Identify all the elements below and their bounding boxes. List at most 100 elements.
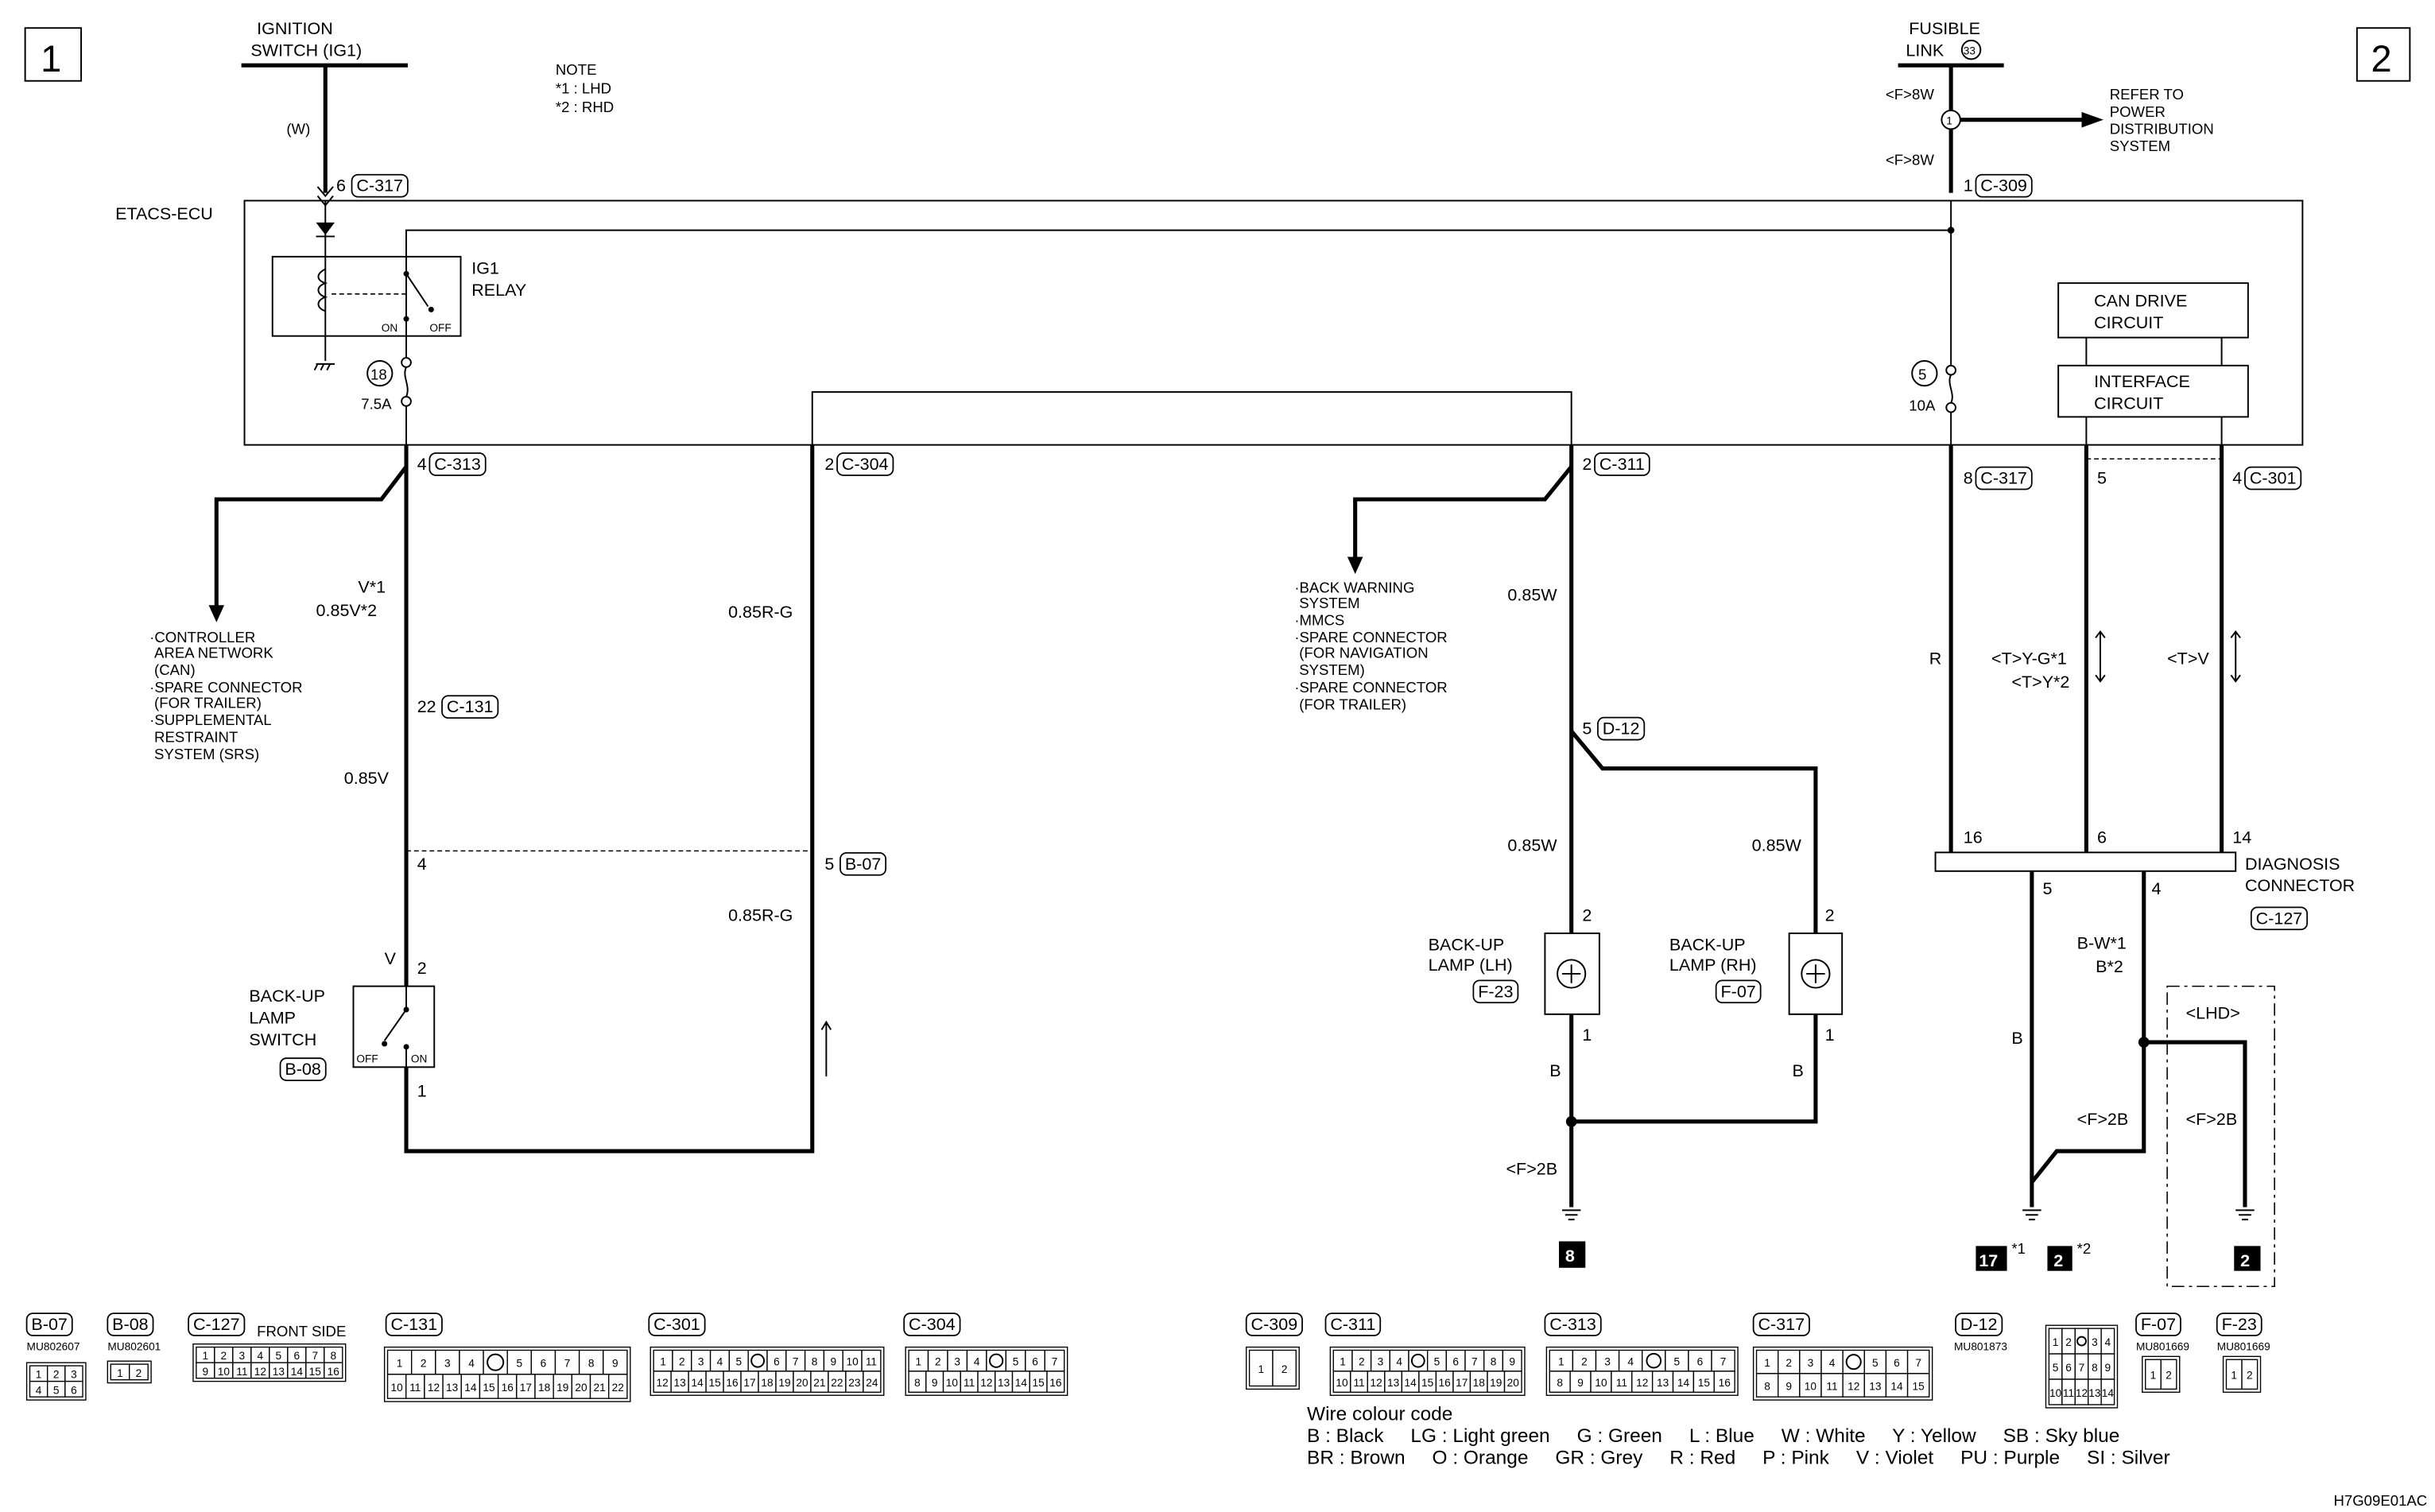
pin-number: 13 bbox=[273, 1366, 285, 1378]
pin-number: 15 bbox=[483, 1382, 495, 1394]
pin-number: 10 bbox=[218, 1366, 231, 1378]
pin-number: 15 bbox=[309, 1366, 322, 1378]
svg-text:1: 1 bbox=[417, 1082, 427, 1101]
connector-b-07: B-07 MU802607 1 2 3 4 5 6 bbox=[25, 1312, 87, 1401]
svg-text:FUSIBLE: FUSIBLE bbox=[1909, 19, 1980, 38]
pin-number: 1 bbox=[1558, 1356, 1565, 1368]
svg-text:C-304: C-304 bbox=[842, 455, 889, 474]
connector-c-131: C-1311 2 3 4 5 6 7 8 910 11 12 13 14 15 16 17 18 19 20 21 22 bbox=[383, 1312, 631, 1402]
svg-text:CIRCUIT: CIRCUIT bbox=[2094, 313, 2163, 332]
svg-text:SYSTEM: SYSTEM bbox=[2110, 138, 2170, 154]
svg-text:CIRCUIT: CIRCUIT bbox=[2094, 394, 2163, 413]
pin-number: 2 bbox=[1581, 1356, 1588, 1368]
svg-text:B*2: B*2 bbox=[2096, 957, 2123, 976]
svg-text:SWITCH: SWITCH bbox=[249, 1030, 316, 1049]
fuse-18-icon bbox=[401, 357, 412, 407]
svg-text:(FOR TRAILER): (FOR TRAILER) bbox=[154, 694, 262, 711]
svg-text:5: 5 bbox=[2097, 469, 2107, 488]
svg-text:·MMCS: ·MMCS bbox=[1294, 612, 1344, 629]
svg-text:0.85R-G: 0.85R-G bbox=[728, 905, 793, 925]
connector-b-08: B-08 MU802601 1 2 bbox=[107, 1312, 161, 1384]
svg-text:4: 4 bbox=[2232, 469, 2242, 488]
pin-number: 16 bbox=[1439, 1377, 1452, 1389]
pin-number: 11 bbox=[866, 1356, 877, 1368]
pin-number: 15 bbox=[1913, 1380, 1925, 1392]
pin-number: 17 bbox=[743, 1377, 755, 1389]
pin-number: 5 bbox=[1674, 1356, 1681, 1368]
pin-number: 10 bbox=[1336, 1377, 1348, 1389]
pin-number: 2 bbox=[2065, 1336, 2072, 1348]
pin-number: 9 bbox=[932, 1377, 938, 1389]
note: NOTE *1 : LHD *2 : RHD bbox=[556, 61, 614, 115]
svg-text:5: 5 bbox=[2043, 879, 2053, 898]
svg-text:OFF: OFF bbox=[356, 1053, 378, 1064]
svg-text:BR : Brown O : Orange: BR : Brown O : Orange GR : Grey R : Red … bbox=[1307, 1447, 2170, 1468]
svg-text:5: 5 bbox=[1918, 366, 1926, 382]
pin-number: 14 bbox=[1015, 1377, 1028, 1389]
svg-text:BACK-UP: BACK-UP bbox=[1669, 936, 1746, 955]
connector-f-23: F-23 MU801669 1 2 bbox=[2216, 1312, 2270, 1394]
svg-text:5: 5 bbox=[1582, 719, 1592, 739]
svg-text:C-127: C-127 bbox=[193, 1315, 240, 1334]
left-circuit: ·CONTROLLER AREA NETWORK (CAN) ·SPARE CO… bbox=[149, 444, 887, 1153]
pin-number: 7 bbox=[1720, 1356, 1727, 1368]
pin-number: 7 bbox=[793, 1356, 799, 1368]
pin-number: 16 bbox=[726, 1377, 739, 1389]
pin-number: 2 bbox=[1359, 1356, 1365, 1368]
connector-c-127: C-127 FRONT SIDE1 2 3 4 5 6 7 89 10 11 12 13 14 15 16 bbox=[188, 1312, 347, 1382]
svg-text:2: 2 bbox=[417, 959, 427, 978]
svg-text:C-313: C-313 bbox=[434, 455, 481, 474]
pin-number: 1 bbox=[203, 1350, 209, 1362]
svg-text:MU801669: MU801669 bbox=[2217, 1340, 2270, 1352]
pin-number: 11 bbox=[964, 1377, 975, 1389]
pin-number: 4 bbox=[468, 1358, 475, 1370]
pin-number: 3 bbox=[71, 1369, 77, 1381]
svg-text:POWER: POWER bbox=[2110, 103, 2166, 120]
svg-text:C-309: C-309 bbox=[1251, 1315, 1298, 1334]
svg-text:8: 8 bbox=[1565, 1246, 1575, 1266]
pin-number: 4 bbox=[1627, 1356, 1634, 1368]
svg-text:C-317: C-317 bbox=[356, 176, 403, 196]
pin-number: 21 bbox=[813, 1377, 825, 1389]
svg-text:C-313: C-313 bbox=[1549, 1315, 1596, 1334]
svg-text:0.85W: 0.85W bbox=[1752, 835, 1802, 855]
connector-c-301: C-3011 2 3 4 5 6 7 8 9 10 1112 13 14 15 16 17 18 19 20 21 22… bbox=[648, 1312, 885, 1396]
pin-number: 5 bbox=[276, 1350, 282, 1362]
svg-text:C-317: C-317 bbox=[1758, 1315, 1805, 1334]
svg-text:*1 : LHD: *1 : LHD bbox=[556, 79, 611, 96]
connector-views: B-07MU8026071 2 34 5 6B-08MU8026011 2C-127 FRO… bbox=[25, 1312, 2270, 1409]
pin-number: 4 bbox=[36, 1384, 42, 1396]
svg-text:LINK: LINK bbox=[1906, 41, 1944, 60]
pin-number: 12 bbox=[980, 1377, 992, 1389]
ig1-relay: ON OFF IG1 RELAY bbox=[271, 255, 526, 337]
pin-number: 4 bbox=[1829, 1357, 1836, 1369]
svg-text:IG1: IG1 bbox=[471, 258, 499, 277]
pin-number: 7 bbox=[2079, 1362, 2085, 1374]
svg-text:C-131: C-131 bbox=[447, 697, 494, 716]
svg-text:BACK-UP: BACK-UP bbox=[1429, 936, 1505, 955]
pin-number: 12 bbox=[1848, 1380, 1859, 1392]
svg-text:0.85V: 0.85V bbox=[344, 769, 390, 788]
svg-text:C-311: C-311 bbox=[1599, 455, 1645, 474]
pin-number: 1 bbox=[1340, 1356, 1346, 1368]
pin-number: 12 bbox=[657, 1377, 669, 1389]
pin-number: 13 bbox=[674, 1377, 687, 1389]
fuse-5-icon bbox=[1945, 364, 1956, 413]
pin-number: 3 bbox=[954, 1356, 960, 1368]
pin-number: 19 bbox=[556, 1382, 568, 1394]
svg-text:B: B bbox=[1549, 1061, 1561, 1080]
svg-text:1: 1 bbox=[41, 37, 61, 79]
pin-number: 21 bbox=[594, 1382, 606, 1394]
pin-number: 11 bbox=[236, 1366, 247, 1378]
pin-number: 15 bbox=[708, 1377, 721, 1389]
pin-number: 8 bbox=[588, 1358, 595, 1370]
pin-number: 13 bbox=[2088, 1387, 2101, 1399]
pin-number: 7 bbox=[564, 1358, 571, 1370]
pin-number: 19 bbox=[778, 1377, 790, 1389]
right-circuit: R <T>Y-G*1 <T>Y*2 <T>V 16 6 14 DIAGNOSIS… bbox=[1929, 444, 2355, 1288]
svg-text:F-23: F-23 bbox=[1478, 982, 1513, 1001]
svg-text:R: R bbox=[1929, 649, 1942, 669]
svg-text:4: 4 bbox=[417, 455, 427, 474]
pin-number: 1 bbox=[397, 1358, 403, 1370]
ground-icon bbox=[2235, 1209, 2255, 1221]
